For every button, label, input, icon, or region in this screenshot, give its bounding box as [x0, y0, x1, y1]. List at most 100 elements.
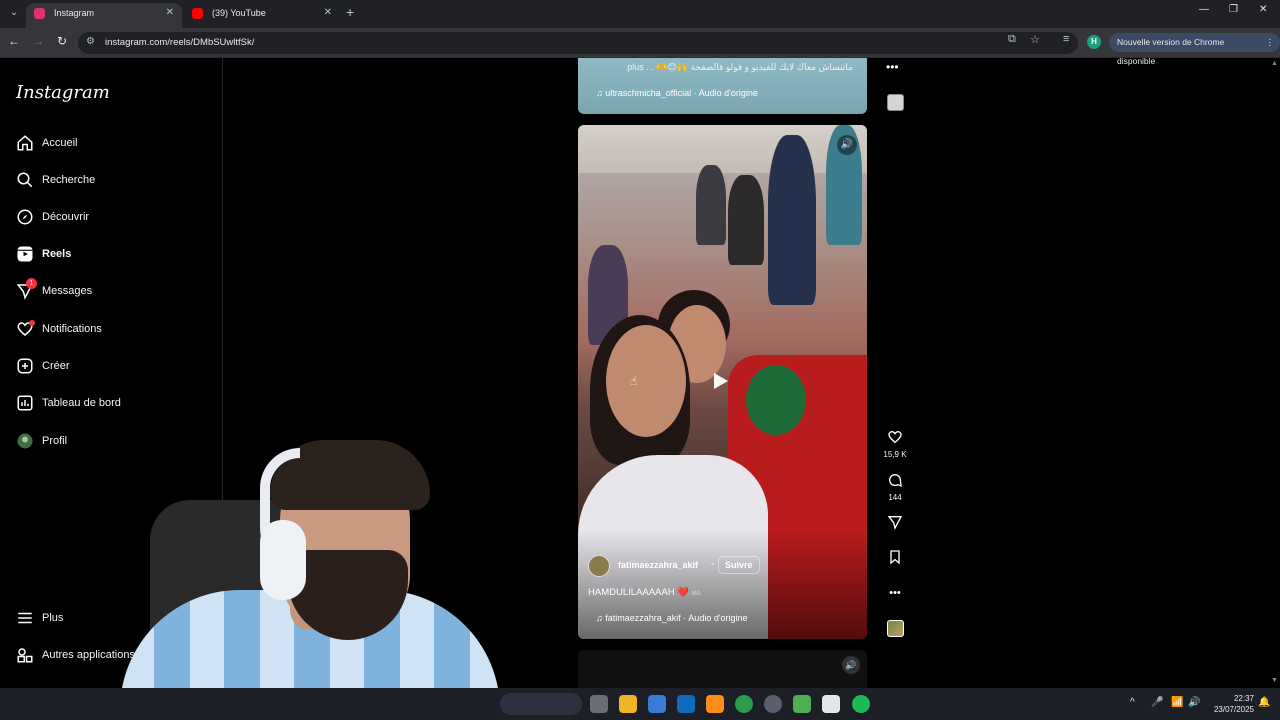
restore-icon[interactable]: ❐ [1229, 4, 1238, 15]
reel-caption[interactable]: HAMDULILAAAAAH ❤️ MA [588, 587, 701, 598]
next-volume-icon[interactable]: 🔊 [842, 656, 860, 674]
author-username[interactable]: fatimaezzahra_akif [618, 560, 698, 570]
task-view-icon[interactable] [590, 695, 608, 713]
spotify-icon[interactable] [852, 695, 870, 713]
close-tab-icon[interactable]: ✕ [324, 3, 332, 23]
url-text: instagram.com/reels/DMbSUwltfSk/ [105, 37, 255, 48]
chrome-update-button[interactable]: Nouvelle version de Chrome disponible ⋮ [1109, 33, 1280, 66]
app-icon[interactable] [706, 695, 724, 713]
app-icon[interactable] [764, 695, 782, 713]
send-icon [887, 516, 903, 530]
play-icon[interactable] [714, 373, 728, 389]
profile-avatar[interactable]: H [1087, 35, 1101, 49]
audio-text: fatimaezzahra_akif · Audio d'origine [605, 613, 748, 623]
tab-search-icon[interactable]: ⌄ [6, 5, 22, 21]
comment-count: 144 [888, 493, 902, 502]
reel-video[interactable]: 🔊 fatimaezzahra_akif • Suivre HAMDULILAA… [578, 125, 867, 639]
tab-strip: ⌄ Instagram ✕ (39) YouTube ✕ + — ❐ ✕ [0, 0, 1280, 28]
media-app-icon[interactable] [793, 695, 811, 713]
nav-item-creer[interactable]: Créer [0, 351, 222, 383]
store-icon[interactable] [648, 695, 666, 713]
instagram-favicon-icon [34, 8, 45, 19]
nav-label: Accueil [42, 137, 78, 149]
avatar-icon [17, 433, 33, 449]
like-button[interactable] [886, 429, 904, 447]
dashboard-icon [17, 395, 33, 411]
plus-square-icon [17, 358, 33, 374]
previous-reel-audio[interactable]: ♫ ultraschmicha_official · Audio d'origi… [596, 88, 758, 98]
comment-icon [889, 474, 902, 488]
previous-reel-caption[interactable]: ماتنساش معاك لايك للفيديو و فولو فالصفحة… [627, 62, 853, 73]
notification-center-icon[interactable]: 🔔 [1258, 697, 1270, 708]
comment-button[interactable] [886, 472, 904, 490]
nav-item-notifications[interactable]: Notifications [0, 314, 222, 346]
tray-overflow-icon[interactable]: ^ [1130, 697, 1135, 708]
audio-thumbnail[interactable] [887, 620, 904, 637]
follow-button[interactable]: Suivre [718, 556, 760, 574]
share-button[interactable] [886, 514, 904, 532]
close-window-icon[interactable]: ✕ [1259, 4, 1267, 15]
more-options-icon[interactable]: ••• [886, 584, 904, 602]
instagram-logo[interactable]: Instagram [16, 82, 110, 103]
next-reel[interactable] [578, 650, 867, 688]
back-icon[interactable]: ← [6, 34, 22, 48]
messages-badge: 1 [26, 278, 37, 289]
audio-text: ultraschmicha_official · Audio d'origine [605, 88, 758, 98]
new-tab-button[interactable]: + [346, 4, 354, 20]
author-avatar[interactable] [588, 555, 610, 577]
reload-icon[interactable]: ↻ [54, 34, 70, 48]
address-bar[interactable]: ⚙ instagram.com/reels/DMbSUwltfSk/ [78, 32, 1078, 54]
media-controls-icon[interactable]: ≡ [1063, 33, 1069, 45]
tab-title: Instagram [54, 8, 95, 18]
wifi-icon[interactable]: 📶 [1171, 697, 1183, 708]
tab-youtube[interactable]: (39) YouTube ✕ [184, 3, 340, 28]
nav-label: Plus [42, 612, 64, 624]
scroll-down-icon[interactable]: ▼ [1271, 677, 1278, 684]
windows-taskbar: ^ 🎤 📶 🔊 22:37 23/07/2025 🔔 [0, 688, 1280, 720]
caption-text: HAMDULILAAAAAH [588, 587, 675, 598]
search-icon [17, 172, 33, 188]
nav-label: Créer [42, 360, 70, 372]
volume-icon[interactable]: 🔊 [837, 135, 857, 155]
nav-item-messages[interactable]: 1 Messages [0, 276, 222, 308]
tab-instagram[interactable]: Instagram ✕ [26, 3, 182, 28]
previous-more-options-icon[interactable]: ••• [886, 60, 899, 74]
site-info-icon[interactable]: ⚙ [86, 36, 95, 47]
nav-label: Découvrir [42, 211, 90, 223]
update-label: Nouvelle version de Chrome disponible [1117, 37, 1225, 66]
forward-icon[interactable]: → [30, 34, 46, 48]
nav-item-decouvrir[interactable]: Découvrir [0, 202, 222, 234]
speaker-icon[interactable]: 🔊 [1188, 697, 1200, 708]
headset-earcup [260, 520, 306, 600]
taskbar-search[interactable] [500, 693, 582, 715]
more-menu-icon[interactable]: ⋮ [1266, 33, 1275, 52]
nav-item-recherche[interactable]: Recherche [0, 165, 222, 197]
background-person [728, 175, 764, 265]
caption-heart: ❤️ [677, 587, 690, 598]
stadium-stands [578, 125, 867, 173]
minimize-icon[interactable]: — [1199, 4, 1209, 15]
save-button[interactable] [886, 549, 904, 567]
file-explorer-icon[interactable] [619, 695, 637, 713]
bookmark-star-icon[interactable]: ☆ [1030, 33, 1040, 46]
close-tab-icon[interactable]: ✕ [166, 3, 174, 23]
reel-audio[interactable]: ♫ fatimaezzahra_akif · Audio d'origine [596, 613, 748, 623]
youtube-favicon-icon [192, 8, 203, 19]
install-app-icon[interactable]: ⧉ [1008, 33, 1016, 46]
clock-time: 22:37 [1233, 694, 1254, 703]
nav-item-reels[interactable]: Reels [0, 239, 222, 271]
previous-audio-thumbnail[interactable] [887, 94, 904, 111]
nav-label: Reels [42, 248, 72, 260]
nav-item-tableau-de-bord[interactable]: Tableau de bord [0, 388, 222, 420]
previous-reel[interactable]: ماتنساش معاك لايك للفيديو و فولو فالصفحة… [578, 58, 867, 114]
bookmark-icon [890, 550, 900, 565]
page-scrollbar[interactable] [1268, 58, 1280, 688]
chrome-icon[interactable] [735, 695, 753, 713]
outlook-icon[interactable] [677, 695, 695, 713]
microphone-icon[interactable]: 🎤 [1151, 697, 1163, 708]
nav-item-accueil[interactable]: Accueil [0, 128, 222, 160]
background-person [768, 135, 816, 305]
scroll-up-icon[interactable]: ▲ [1271, 60, 1278, 67]
capcut-icon[interactable] [822, 695, 840, 713]
system-clock[interactable]: 22:37 23/07/2025 [1208, 693, 1254, 715]
